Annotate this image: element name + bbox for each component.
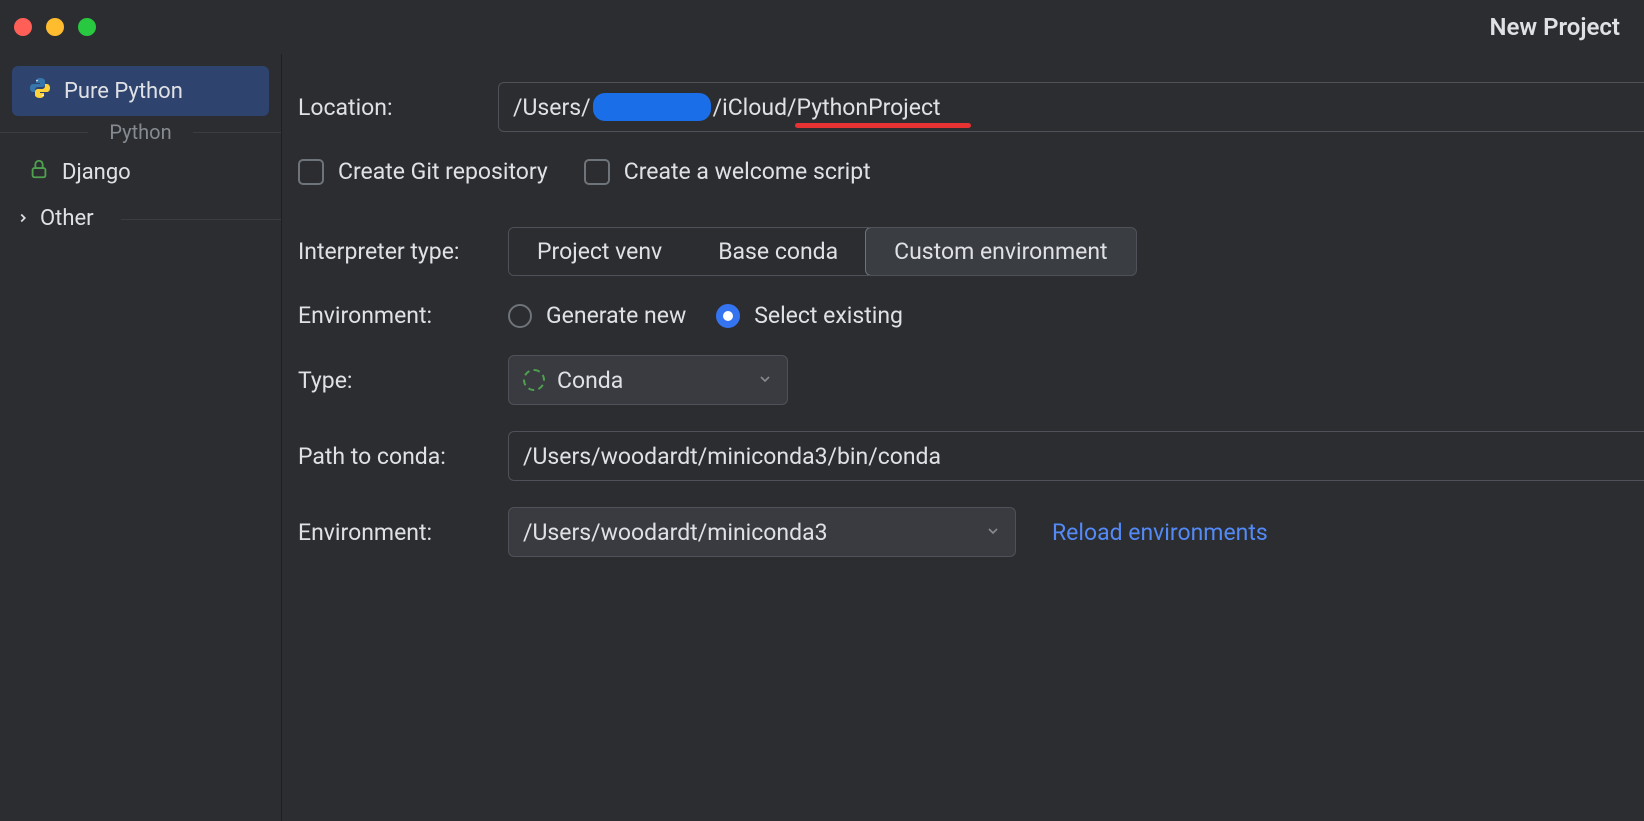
git-checkbox[interactable] (298, 159, 324, 185)
segment-project-venv[interactable]: Project venv (509, 228, 690, 275)
type-row: Type: Conda (298, 355, 1644, 405)
location-label: Location: (298, 94, 498, 121)
chevron-down-icon (757, 368, 773, 393)
sidebar-item-label: Pure Python (64, 79, 183, 104)
radio-generate-new-input[interactable] (508, 304, 532, 328)
content-area: Pure Python Python Django Other Loca (0, 54, 1644, 821)
environment2-label: Environment: (298, 519, 508, 546)
checkboxes-row: Create Git repository Create a welcome s… (298, 158, 1644, 185)
conda-path-input[interactable] (508, 431, 1644, 481)
underline-annotation (795, 123, 971, 128)
welcome-checkbox[interactable] (584, 159, 610, 185)
location-input[interactable]: /Users/ /iCloud/PythonProject (498, 82, 1644, 132)
sidebar-section-label: Python (0, 116, 281, 148)
environment-select[interactable]: /Users/woodardt/miniconda3 (508, 507, 1016, 557)
traffic-lights (14, 18, 96, 36)
sidebar-item-django[interactable]: Django (12, 148, 269, 196)
location-suffix: /iCloud/PythonProject (713, 94, 941, 121)
sidebar: Pure Python Python Django Other (0, 54, 282, 821)
titlebar: New Project (0, 0, 1644, 54)
radio-select-existing-label: Select existing (754, 302, 903, 329)
radio-select-existing[interactable]: Select existing (716, 302, 903, 329)
type-select[interactable]: Conda (508, 355, 788, 405)
environment-select-row: Environment: /Users/woodardt/miniconda3 … (298, 507, 1644, 557)
python-icon (28, 76, 52, 106)
main-panel: Location: /Users/ /iCloud/PythonProject … (282, 54, 1644, 821)
welcome-checkbox-group[interactable]: Create a welcome script (584, 158, 871, 185)
conda-icon (523, 369, 545, 391)
divider (121, 219, 281, 220)
interpreter-type-row: Interpreter type: Project venv Base cond… (298, 227, 1644, 276)
window-title: New Project (1490, 13, 1620, 41)
git-checkbox-group[interactable]: Create Git repository (298, 158, 548, 185)
interpreter-type-label: Interpreter type: (298, 238, 508, 265)
welcome-checkbox-label: Create a welcome script (624, 158, 871, 185)
environment-select-value: /Users/woodardt/miniconda3 (523, 519, 828, 546)
location-row: Location: /Users/ /iCloud/PythonProject (298, 82, 1644, 132)
conda-path-label: Path to conda: (298, 443, 508, 470)
chevron-right-icon (16, 206, 30, 231)
location-prefix: /Users/ (513, 94, 591, 121)
segment-custom-environment[interactable]: Custom environment (865, 227, 1136, 276)
interpreter-type-segmented: Project venv Base conda Custom environme… (508, 227, 1137, 276)
location-text: /Users/ /iCloud/PythonProject (513, 93, 941, 121)
sidebar-item-label: Django (62, 160, 131, 185)
chevron-down-icon (985, 520, 1001, 545)
minimize-window-button[interactable] (46, 18, 64, 36)
redacted-annotation (593, 93, 711, 121)
conda-path-row: Path to conda: (298, 431, 1644, 481)
sidebar-item-pure-python[interactable]: Pure Python (12, 66, 269, 116)
maximize-window-button[interactable] (78, 18, 96, 36)
radio-generate-new[interactable]: Generate new (508, 302, 686, 329)
environment-radio-row: Environment: Generate new Select existin… (298, 302, 1644, 329)
segment-base-conda[interactable]: Base conda (690, 228, 866, 275)
type-label: Type: (298, 367, 508, 394)
type-select-value: Conda (557, 367, 623, 394)
git-checkbox-label: Create Git repository (338, 158, 548, 185)
close-window-button[interactable] (14, 18, 32, 36)
sidebar-other-label: Other (40, 206, 94, 231)
reload-environments-link[interactable]: Reload environments (1052, 519, 1268, 546)
sidebar-item-other[interactable]: Other (0, 196, 281, 241)
lock-icon (28, 158, 50, 186)
environment-label: Environment: (298, 302, 508, 329)
radio-select-existing-input[interactable] (716, 304, 740, 328)
radio-generate-new-label: Generate new (546, 302, 686, 329)
